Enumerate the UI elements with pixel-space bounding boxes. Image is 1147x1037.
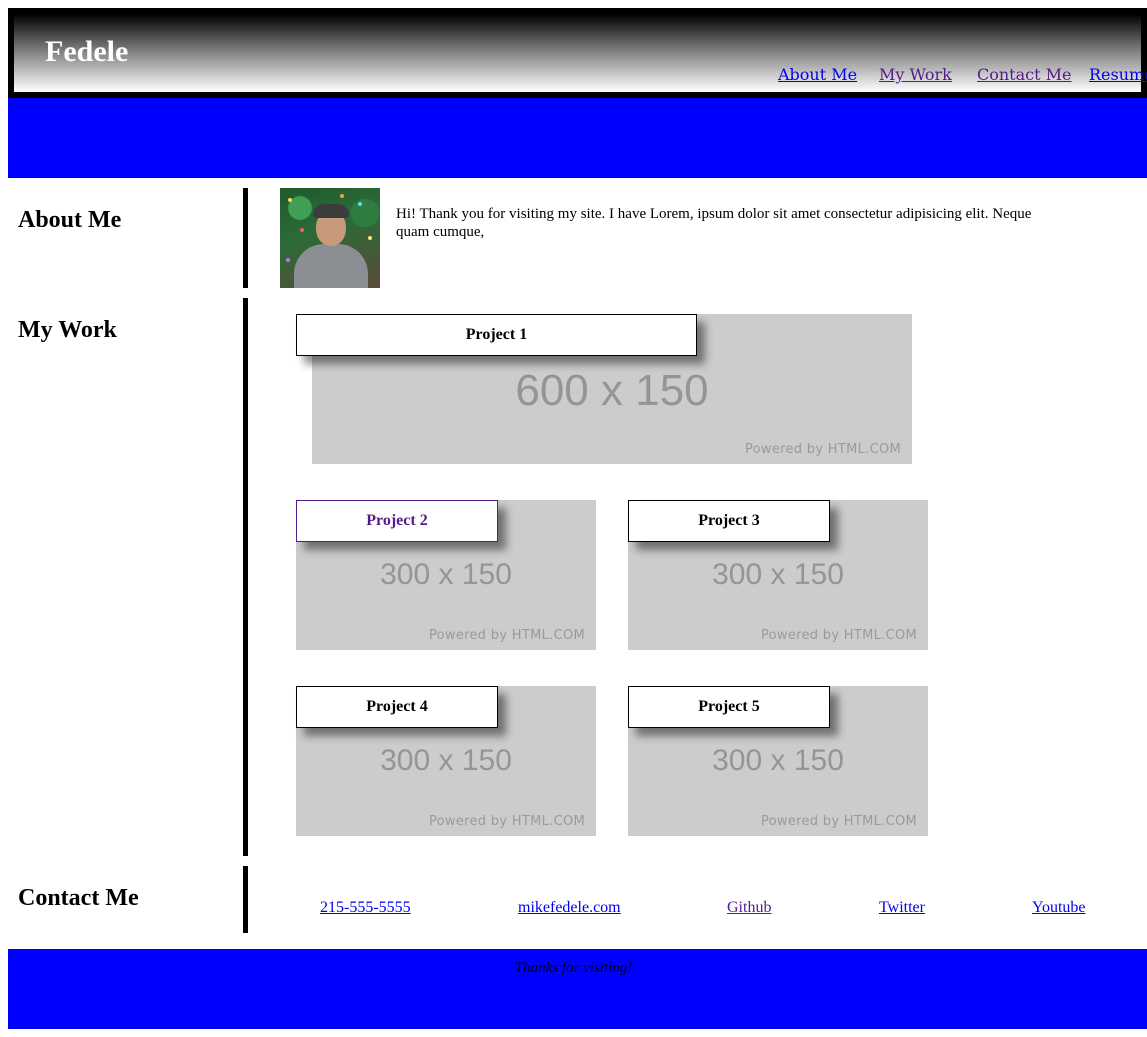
about-heading: About Me xyxy=(18,207,122,233)
about-text: Hi! Thank you for visiting my site. I ha… xyxy=(396,206,1032,240)
project-4-button[interactable]: Project 4 xyxy=(296,686,498,728)
contact-link-website[interactable]: mikefedele.com xyxy=(518,899,621,917)
contact-link-phone[interactable]: 215-555-5555 xyxy=(320,899,411,917)
project-5-image-credit: Powered by HTML.COM xyxy=(760,814,917,829)
contact-link-youtube[interactable]: Youtube xyxy=(1032,899,1086,917)
nav-link-contact-me[interactable]: Contact Me xyxy=(977,65,1071,84)
site-header: Fedele About Me My Work Contact Me Resum… xyxy=(8,8,1147,98)
project-5-image-size: 300 x 150 xyxy=(712,744,844,777)
project-4-image-size: 300 x 150 xyxy=(380,744,512,777)
contact-link-twitter[interactable]: Twitter xyxy=(879,899,925,917)
project-1-button[interactable]: Project 1 xyxy=(296,314,697,356)
project-2-image-credit: Powered by HTML.COM xyxy=(428,628,585,643)
nav-link-resume[interactable]: Resume xyxy=(1089,65,1147,84)
project-3-image-size: 300 x 150 xyxy=(712,558,844,591)
hero-banner xyxy=(8,98,1147,178)
work-divider xyxy=(243,298,248,856)
nav-link-about-me[interactable]: About Me xyxy=(778,65,857,84)
work-heading: My Work xyxy=(18,317,117,343)
project-2-button[interactable]: Project 2 xyxy=(296,500,498,542)
project-1-image-credit: Powered by HTML.COM xyxy=(744,442,901,457)
profile-photo xyxy=(280,188,380,288)
project-5-button[interactable]: Project 5 xyxy=(628,686,830,728)
project-2-image-size: 300 x 150 xyxy=(380,558,512,591)
nav-link-my-work[interactable]: My Work xyxy=(879,65,952,84)
project-1-image-size: 600 x 150 xyxy=(515,366,709,415)
contact-heading: Contact Me xyxy=(18,885,139,911)
project-3-image-credit: Powered by HTML.COM xyxy=(760,628,917,643)
project-4-image-credit: Powered by HTML.COM xyxy=(428,814,585,829)
project-3-button[interactable]: Project 3 xyxy=(628,500,830,542)
contact-divider xyxy=(243,866,248,933)
footer-text: Thanks for visiting! xyxy=(514,960,633,976)
about-divider xyxy=(243,188,248,288)
site-title: Fedele xyxy=(45,35,129,68)
contact-link-github[interactable]: Github xyxy=(727,899,771,917)
